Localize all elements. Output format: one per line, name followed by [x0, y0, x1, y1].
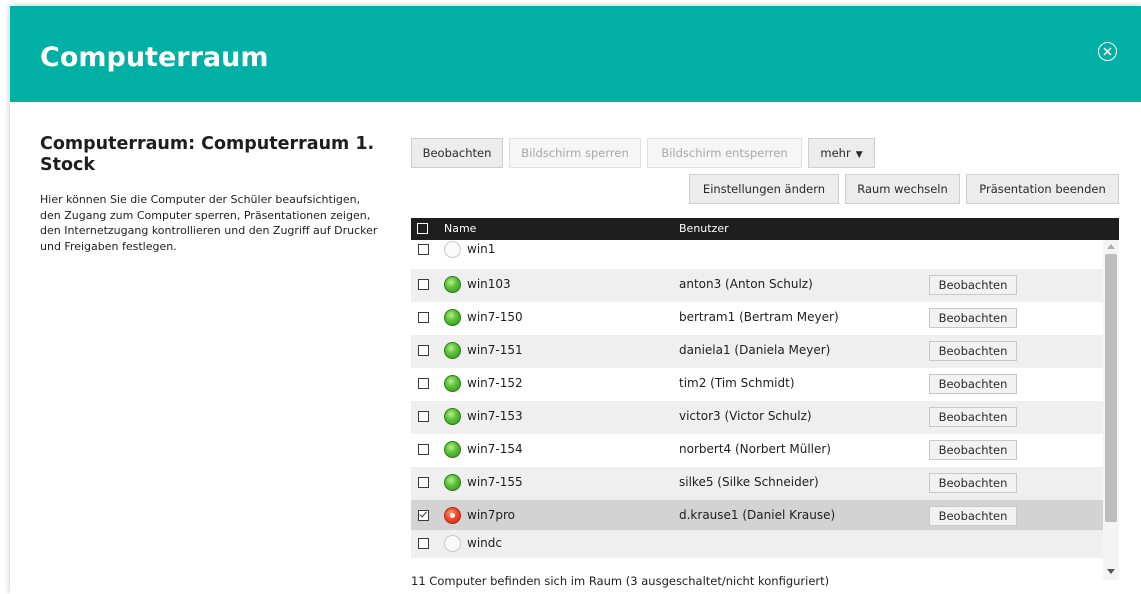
row-checkbox[interactable]	[418, 538, 429, 549]
row-checkbox[interactable]	[418, 345, 429, 356]
computer-user: d.krause1 (Daniel Krause)	[679, 508, 836, 522]
table-row[interactable]: win7-154 norbert4 (Norbert Müller) Beobach…	[411, 434, 1103, 467]
online-status-icon	[444, 441, 461, 458]
grid-rows: win1 win103 anton3 (Anton Schulz) Beobachte…	[411, 240, 1103, 580]
computer-user: tim2 (Tim Schmidt)	[679, 376, 795, 390]
row-observe-button[interactable]: Beobachten	[929, 308, 1017, 328]
row-observe-button[interactable]: Beobachten	[929, 440, 1017, 460]
computer-name: win7-150	[467, 310, 523, 324]
table-row[interactable]: win7-153 victor3 (Victor Schulz) Beobachte…	[411, 401, 1103, 434]
computer-user: norbert4 (Norbert Müller)	[679, 442, 831, 456]
computer-name: win7-154	[467, 442, 523, 456]
table-row[interactable]: win7-155 silke5 (Silke Schneider) Beobacht…	[411, 467, 1103, 500]
lock-screen-button[interactable]: Bildschirm sperren	[509, 138, 641, 168]
more-dropdown-button[interactable]: mehr ▼	[808, 138, 875, 168]
row-checkbox[interactable]	[418, 477, 429, 488]
row-observe-button[interactable]: Beobachten	[929, 407, 1017, 427]
offline-status-icon	[444, 535, 461, 552]
computer-user: daniela1 (Daniela Meyer)	[679, 343, 831, 357]
row-observe-button[interactable]: Beobachten	[929, 506, 1017, 526]
observe-button[interactable]: Beobachten	[411, 138, 503, 168]
table-row[interactable]: win1	[411, 240, 1103, 264]
grid-header: Name Benutzer	[411, 218, 1119, 240]
scroll-up-icon[interactable]	[1107, 244, 1115, 249]
header-bar: Computerraum	[10, 6, 1141, 102]
error-status-icon	[444, 507, 461, 524]
row-checkbox[interactable]	[418, 244, 429, 255]
table-row[interactable]: win7-150 bertram1 (Bertram Meyer) Beobacht…	[411, 302, 1103, 335]
sidebar: Computerraum: Computerraum 1. Stock Hier…	[40, 134, 380, 254]
computer-user: victor3 (Victor Schulz)	[679, 409, 812, 423]
online-status-icon	[444, 276, 461, 293]
end-presentation-button[interactable]: Präsentation beenden	[966, 174, 1119, 204]
column-header-user[interactable]: Benutzer	[679, 222, 729, 235]
online-status-icon	[444, 309, 461, 326]
change-room-button[interactable]: Raum wechseln	[845, 174, 960, 204]
unlock-screen-button[interactable]: Bildschirm entsperren	[647, 138, 802, 168]
computer-name: win103	[467, 277, 511, 291]
computer-user: silke5 (Silke Schneider)	[679, 475, 819, 489]
computer-name: win7pro	[467, 508, 516, 522]
row-checkbox[interactable]	[418, 411, 429, 422]
computer-name: win7-152	[467, 376, 523, 390]
table-row[interactable]: win103 anton3 (Anton Schulz) Beobachten	[411, 269, 1103, 302]
dialog: Computerraum Computerraum: Computerraum …	[10, 6, 1141, 594]
computer-name: win7-155	[467, 475, 523, 489]
sidebar-description: Hier können Sie die Computer der Schüler…	[40, 193, 378, 253]
sidebar-title: Computerraum: Computerraum 1. Stock	[40, 134, 375, 175]
scrollbar[interactable]	[1103, 240, 1119, 580]
row-checkbox[interactable]	[418, 510, 429, 521]
close-icon[interactable]	[1098, 42, 1117, 61]
row-observe-button[interactable]: Beobachten	[929, 374, 1017, 394]
table-row[interactable]: win7-152 tim2 (Tim Schmidt) Beobachten	[411, 368, 1103, 401]
row-checkbox[interactable]	[418, 444, 429, 455]
computer-grid: Name Benutzer win1 win103 anton3 (Anton Sc…	[411, 218, 1119, 580]
change-settings-button[interactable]: Einstellungen ändern	[689, 174, 839, 204]
computer-name: win7-151	[467, 343, 523, 357]
column-header-name[interactable]: Name	[444, 222, 476, 235]
computer-user: bertram1 (Bertram Meyer)	[679, 310, 839, 324]
row-checkbox[interactable]	[418, 279, 429, 290]
select-all-checkbox[interactable]	[417, 223, 428, 234]
online-status-icon	[444, 474, 461, 491]
row-observe-button[interactable]: Beobachten	[929, 275, 1017, 295]
computer-user: anton3 (Anton Schulz)	[679, 277, 813, 291]
more-label: mehr	[820, 146, 851, 160]
row-checkbox[interactable]	[418, 378, 429, 389]
grid-footer: 11 Computer befinden sich im Raum (3 aus…	[411, 574, 830, 588]
computer-name: windc	[467, 536, 502, 550]
table-row[interactable]: win7-151 daniela1 (Daniela Meyer) Beobacht…	[411, 335, 1103, 368]
row-checkbox[interactable]	[418, 312, 429, 323]
scrollbar-thumb[interactable]	[1105, 254, 1117, 522]
table-row[interactable]: win7pro d.krause1 (Daniel Krause) Beobacht…	[411, 500, 1103, 533]
online-status-icon	[444, 408, 461, 425]
table-row[interactable]: windc	[411, 530, 1103, 558]
offline-status-icon	[444, 241, 461, 258]
computer-name: win1	[467, 242, 496, 256]
chevron-down-icon: ▼	[855, 150, 863, 160]
row-observe-button[interactable]: Beobachten	[929, 473, 1017, 493]
row-observe-button[interactable]: Beobachten	[929, 341, 1017, 361]
page-title: Computerraum	[40, 42, 269, 73]
computer-name: win7-153	[467, 409, 523, 423]
online-status-icon	[444, 375, 461, 392]
online-status-icon	[444, 342, 461, 359]
